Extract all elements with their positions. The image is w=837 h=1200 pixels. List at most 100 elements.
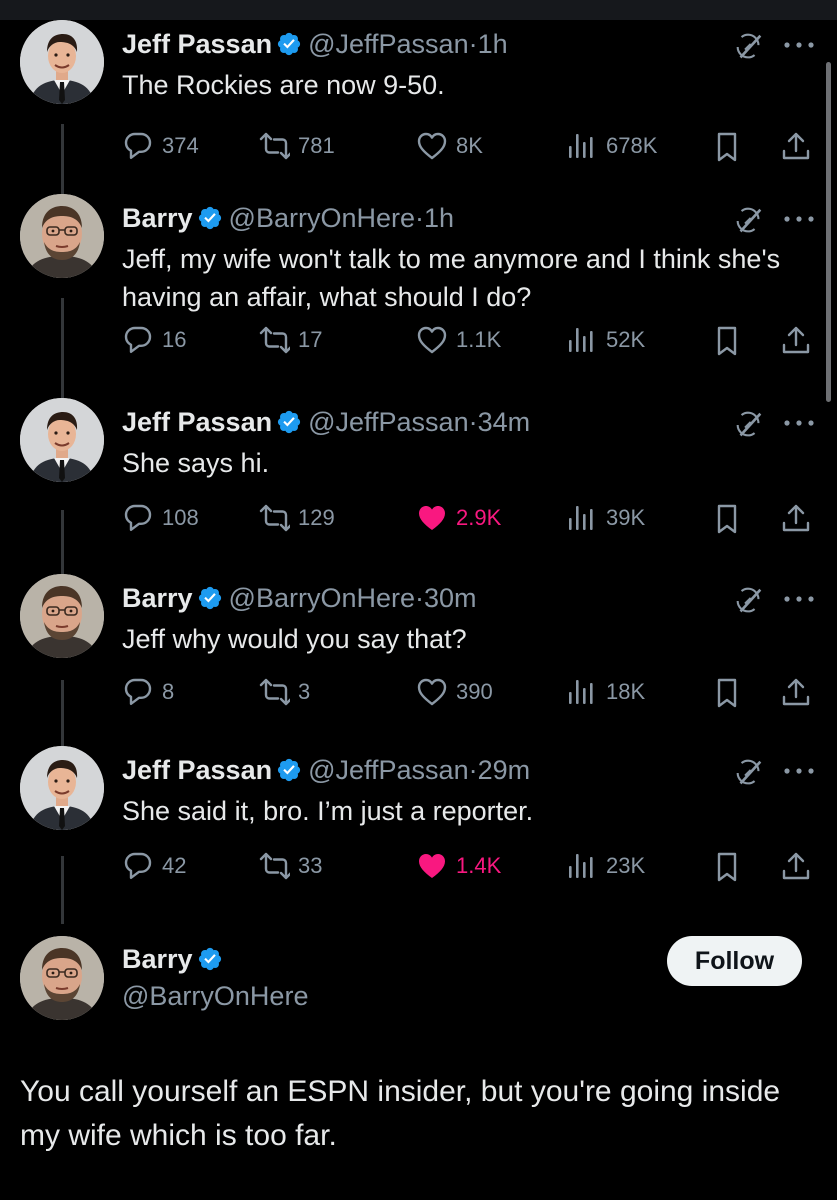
tweet-actions: 8 3 390 18K (0, 675, 837, 709)
bookmark-button[interactable] (713, 675, 753, 709)
thread-tweet: Jeff Passan @JeffPassan·1h The Rockies are… (0, 20, 837, 190)
like-button[interactable]: 390 (416, 675, 493, 709)
retweet-button-count: 781 (298, 133, 335, 158)
author-handle[interactable]: @BarryOnHere (229, 583, 415, 613)
retweet-button-count: 129 (298, 505, 335, 530)
author-name[interactable]: Jeff Passan (122, 407, 272, 437)
grok-icon[interactable] (732, 30, 766, 64)
bookmark-icon (713, 850, 753, 882)
more-icon[interactable] (782, 416, 816, 428)
author-handle[interactable]: @JeffPassan (308, 29, 469, 59)
tweet-text: Jeff, my wife won't talk to me anymore a… (122, 244, 781, 312)
views-button-count: 52K (606, 327, 646, 352)
share-button[interactable] (780, 323, 820, 357)
avatar-jeff-avatar[interactable] (20, 746, 104, 830)
reply-button[interactable]: 374 (122, 129, 199, 163)
jeff-avatar (20, 398, 104, 482)
retweet-button[interactable]: 17 (258, 323, 322, 357)
retweet-button-count: 3 (298, 679, 311, 704)
retweet-button[interactable]: 33 (258, 849, 322, 883)
verified-badge-icon (276, 409, 302, 435)
like-button[interactable]: 1.4K (416, 849, 501, 883)
follow-button[interactable]: Follow (667, 936, 802, 986)
bookmark-button[interactable] (713, 501, 753, 535)
like-button[interactable]: 8K (416, 129, 483, 163)
author-name[interactable]: Jeff Passan (122, 755, 272, 785)
retweet-icon (258, 502, 298, 534)
tweet-time[interactable]: 29m (478, 755, 531, 785)
bookmark-button[interactable] (713, 323, 753, 357)
author-name[interactable]: Barry (122, 203, 193, 233)
author-handle[interactable]: @BarryOnHere (122, 980, 308, 1012)
separator-dot: · (468, 407, 478, 437)
heart-icon (416, 502, 456, 534)
barry-avatar (20, 936, 104, 1020)
more-icon[interactable] (782, 212, 816, 224)
views-button[interactable]: 39K (566, 501, 645, 535)
more-icon[interactable] (782, 592, 816, 604)
heart-icon (416, 850, 456, 882)
like-button[interactable]: 2.9K (416, 501, 501, 535)
more-icon[interactable] (782, 764, 816, 776)
tweet-text: She said it, bro. I’m just a reporter. (122, 796, 534, 826)
more-icon[interactable] (782, 38, 816, 50)
reply-icon (122, 850, 162, 882)
avatar-jeff-avatar[interactable] (20, 20, 104, 104)
views-icon (566, 130, 606, 162)
tweet-text: She says hi. (122, 448, 270, 478)
share-icon (780, 324, 820, 356)
retweet-button[interactable]: 3 (258, 675, 310, 709)
separator-dot: · (415, 203, 425, 233)
author-name[interactable]: Jeff Passan (122, 29, 272, 59)
grok-icon[interactable] (732, 408, 766, 442)
views-button[interactable]: 18K (566, 675, 645, 709)
avatar-barry-avatar[interactable] (20, 574, 104, 658)
avatar-jeff-avatar[interactable] (20, 398, 104, 482)
views-button[interactable]: 678K (566, 129, 657, 163)
jeff-avatar (20, 746, 104, 830)
tweet-time[interactable]: 1h (478, 29, 508, 59)
verified-badge-icon (276, 757, 302, 783)
bookmark-button[interactable] (713, 129, 753, 163)
reply-icon (122, 130, 162, 162)
bookmark-button[interactable] (713, 849, 753, 883)
verified-badge-icon (276, 31, 302, 57)
author-handle[interactable]: @JeffPassan (308, 755, 469, 785)
author-name[interactable]: Barry (122, 944, 193, 974)
heart-icon (416, 130, 456, 162)
tweet-time[interactable]: 1h (424, 203, 454, 233)
author-handle[interactable]: @BarryOnHere (229, 203, 415, 233)
reply-button[interactable]: 108 (122, 501, 199, 535)
thread-tweet: Barry @BarryOnHere·30m Jeff why would you … (0, 574, 837, 744)
tweet-time[interactable]: 30m (424, 583, 477, 613)
avatar[interactable] (20, 936, 104, 1020)
tweet-time[interactable]: 34m (478, 407, 531, 437)
reply-button[interactable]: 8 (122, 675, 174, 709)
reply-button[interactable]: 42 (122, 849, 186, 883)
share-button[interactable] (780, 675, 820, 709)
share-button[interactable] (780, 849, 820, 883)
views-button[interactable]: 23K (566, 849, 645, 883)
grok-icon[interactable] (732, 756, 766, 790)
avatar-barry-avatar[interactable] (20, 194, 104, 278)
heart-icon (416, 324, 456, 356)
share-button[interactable] (780, 129, 820, 163)
separator-dot: · (468, 755, 478, 785)
like-button-count: 8K (456, 133, 483, 158)
reply-button[interactable]: 16 (122, 323, 186, 357)
author-name[interactable]: Barry (122, 583, 193, 613)
share-icon (780, 502, 820, 534)
like-button[interactable]: 1.1K (416, 323, 501, 357)
author-handle[interactable]: @JeffPassan (308, 407, 469, 437)
grok-icon[interactable] (732, 204, 766, 238)
reply-button-count: 374 (162, 133, 199, 158)
thread-tweet: Barry @BarryOnHere·1h Jeff, my wife won't … (0, 194, 837, 364)
grok-icon[interactable] (732, 584, 766, 618)
retweet-button[interactable]: 129 (258, 501, 335, 535)
tweet-header: Jeff Passan @JeffPassan·29m (122, 754, 530, 786)
share-button[interactable] (780, 501, 820, 535)
retweet-icon (258, 324, 298, 356)
views-button[interactable]: 52K (566, 323, 645, 357)
main-tweet-author[interactable]: Barry (122, 943, 229, 975)
retweet-button[interactable]: 781 (258, 129, 335, 163)
